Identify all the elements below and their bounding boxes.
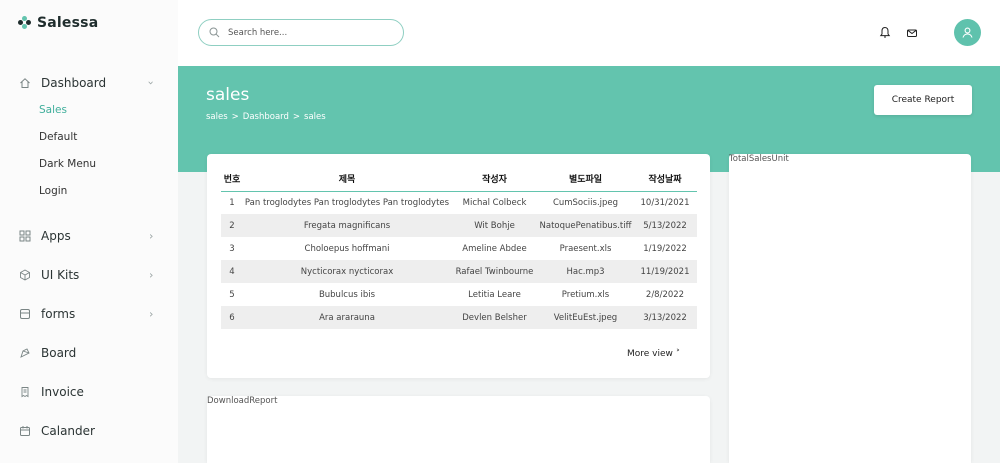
- column-header[interactable]: 작성날짜: [633, 166, 697, 192]
- table-cell: 10/31/2021: [640, 197, 690, 208]
- table-row[interactable]: 3 Choloepus hoffmani Ameline Abdee Praes…: [221, 237, 697, 260]
- sidebar-subitem-sales[interactable]: Sales: [0, 96, 178, 123]
- more-view-link[interactable]: More view ˃: [627, 349, 680, 359]
- table-cell[interactable]: VelitEuEst.jpeg: [538, 306, 633, 329]
- topbar: [178, 0, 1000, 66]
- create-report-button[interactable]: Create Report: [874, 85, 972, 115]
- cube-icon: [18, 268, 32, 282]
- table-cell: 2: [221, 214, 243, 237]
- table-row[interactable]: 2 Fregata magnificans Wit Bohje NatoqueP…: [221, 214, 697, 237]
- column-header[interactable]: 번호: [221, 166, 243, 192]
- breadcrumb-separator: >: [292, 112, 301, 122]
- table-cell[interactable]: CumSociis.jpeg: [538, 191, 633, 214]
- table-cell: 2/8/2022: [645, 289, 685, 300]
- sidebar-item-ui-kits[interactable]: UI Kits ›: [0, 255, 178, 294]
- table-cell: Ara ararauna: [243, 306, 451, 329]
- breadcrumb-item[interactable]: Dashboard: [243, 112, 289, 122]
- table-header-row: 번호 제목 작성자 별도파일 작성날짜: [221, 166, 697, 192]
- chevron-right-icon: ›: [149, 307, 154, 320]
- sidebar-item-label: UI Kits: [41, 267, 80, 282]
- form-icon: [18, 307, 32, 321]
- table-cell: Bubulcus ibis: [318, 289, 376, 300]
- table-cell: Pan troglodytes Pan troglodytes Pan trog…: [244, 197, 450, 208]
- bell-icon[interactable]: [879, 24, 893, 38]
- table-cell: 1: [229, 197, 235, 208]
- table-row[interactable]: 1 Pan troglodytes Pan troglodytes Pan tr…: [221, 191, 697, 214]
- sales-table-card: 번호 제목 작성자 별도파일 작성날짜 1 Pan troglodytes Pa…: [207, 154, 710, 378]
- sales-table: 번호 제목 작성자 별도파일 작성날짜 1 Pan troglodytes Pa…: [221, 166, 697, 329]
- table-cell: Wit Bohje: [451, 214, 538, 237]
- table-cell[interactable]: Hac.mp3: [538, 260, 633, 283]
- table-cell: 1/19/2022: [643, 243, 687, 254]
- sidebar-item-label: forms: [41, 306, 76, 321]
- download-report-card: DownloadReport: [207, 396, 710, 463]
- user-icon: [962, 27, 973, 38]
- table-cell[interactable]: NatoquePenatibus.tiff: [538, 214, 633, 237]
- card-title: DownloadReport: [207, 396, 278, 406]
- search-icon: [209, 23, 220, 42]
- breadcrumb-separator: >: [231, 112, 239, 122]
- table-cell: Choloepus hoffmani: [304, 243, 390, 254]
- chevron-down-icon: ›: [144, 80, 158, 86]
- table-cell: Letitia Leare: [468, 289, 521, 300]
- sidebar-subitem-login[interactable]: Login: [0, 177, 178, 204]
- table-row[interactable]: 4 Nycticorax nycticorax Rafael Twinbourn…: [221, 260, 697, 283]
- board-icon: [18, 346, 32, 360]
- chevron-right-icon: ›: [149, 268, 154, 281]
- sidebar-item-forms[interactable]: forms ›: [0, 294, 178, 333]
- table-cell: 11/19/2021: [633, 260, 697, 283]
- sidebar-subitem-default[interactable]: Default: [0, 123, 178, 150]
- total-sales-unit-card: TotalSalesUnit: [729, 154, 971, 463]
- invoice-icon: [18, 385, 32, 399]
- table-cell: Fregata magnificans: [243, 214, 451, 237]
- sidebar-item-label: Calander: [41, 423, 95, 438]
- sidebar-item-dashboard[interactable]: Dashboard ›: [0, 70, 178, 96]
- sidebar-item-board[interactable]: Board: [0, 333, 178, 372]
- sidebar-item-label: Apps: [41, 228, 71, 243]
- calendar-icon: [18, 424, 32, 438]
- table-row[interactable]: 5 Bubulcus ibis Letitia Leare Pretium.xl…: [221, 283, 697, 306]
- sidebar-item-label: Dashboard: [41, 76, 107, 90]
- table-cell: Devlen Belsher: [451, 306, 538, 329]
- mail-icon[interactable]: [906, 24, 920, 38]
- sidebar-item-invoice[interactable]: Invoice: [0, 372, 178, 411]
- logo-icon: [18, 16, 32, 30]
- table-cell: 3: [229, 243, 235, 254]
- search-box[interactable]: [198, 19, 404, 46]
- column-header[interactable]: 제목: [243, 166, 451, 192]
- table-cell: 6: [221, 306, 243, 329]
- table-cell: Ameline Abdee: [462, 243, 527, 254]
- table-cell[interactable]: Praesent.xls: [538, 237, 633, 260]
- avatar[interactable]: [954, 19, 981, 46]
- sidebar: Salessa Dashboard › Sales Default Dark M…: [0, 0, 178, 463]
- sidebar-item-apps[interactable]: Apps ›: [0, 216, 178, 255]
- table-cell: Nycticorax nycticorax: [243, 260, 451, 283]
- table-cell: 5: [229, 289, 235, 300]
- home-icon: [18, 76, 32, 90]
- sidebar-item-calander[interactable]: Calander: [0, 411, 178, 450]
- table-cell: 5/13/2022: [633, 214, 697, 237]
- breadcrumb: sales > Dashboard > sales: [206, 112, 326, 122]
- table-row[interactable]: 6 Ara ararauna Devlen Belsher VelitEuEst…: [221, 306, 697, 329]
- brand-name: Salessa: [37, 15, 99, 31]
- sidebar-item-label: Invoice: [41, 384, 84, 399]
- chevron-right-icon: ›: [149, 229, 154, 242]
- sidebar-item-label: Board: [41, 345, 77, 360]
- table-cell[interactable]: Pretium.xls: [538, 283, 633, 306]
- breadcrumb-item: sales: [304, 112, 326, 122]
- table-cell: Rafael Twinbourne: [451, 260, 538, 283]
- card-title: TotalSalesUnit: [729, 154, 789, 164]
- breadcrumb-item[interactable]: sales: [206, 112, 228, 122]
- table-cell: 4: [221, 260, 243, 283]
- sidebar-nav: Dashboard › Sales Default Dark Menu Logi…: [0, 70, 178, 450]
- grid-icon: [18, 229, 32, 243]
- search-input[interactable]: [228, 27, 388, 38]
- table-cell: Michal Colbeck: [462, 197, 527, 208]
- table-cell: 3/13/2022: [633, 306, 697, 329]
- sidebar-subitem-dark-menu[interactable]: Dark Menu: [0, 150, 178, 177]
- page-title: sales: [206, 85, 250, 105]
- brand-logo[interactable]: Salessa: [18, 15, 98, 31]
- column-header[interactable]: 별도파일: [538, 166, 633, 192]
- column-header[interactable]: 작성자: [451, 166, 538, 192]
